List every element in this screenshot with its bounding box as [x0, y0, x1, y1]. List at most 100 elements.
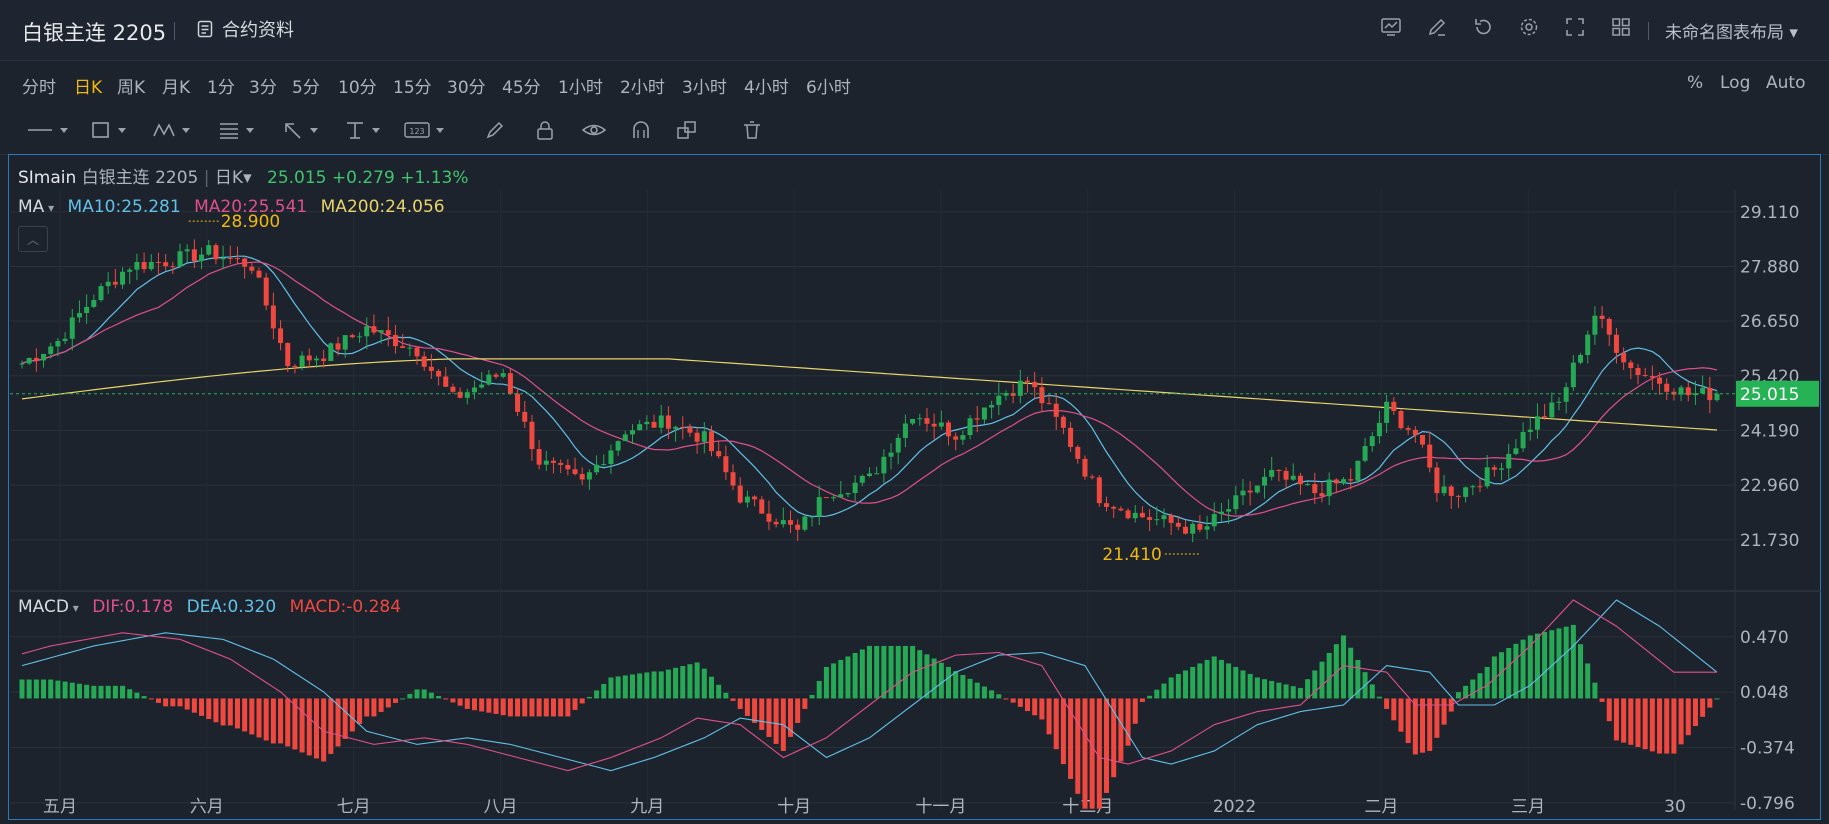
macd-bar: [1125, 698, 1131, 746]
macd-bar: [1369, 684, 1375, 699]
candle: [1700, 387, 1706, 394]
macd-bar: [220, 698, 226, 726]
macd-bar: [55, 680, 61, 699]
chevron-down-icon[interactable]: ▾: [243, 168, 252, 188]
macd-bar: [1190, 666, 1196, 699]
candle: [1578, 355, 1584, 363]
candle: [1657, 377, 1663, 384]
candle: [1046, 403, 1052, 405]
candle: [1082, 458, 1088, 477]
macd-bar: [1240, 670, 1246, 699]
macd-bar: [19, 679, 25, 699]
candle: [938, 422, 944, 427]
ma200-line: [21, 358, 1718, 431]
macd-bar: [1714, 698, 1720, 700]
candle: [1053, 403, 1059, 417]
candle: [1362, 446, 1368, 461]
candle: [62, 338, 68, 342]
chevron-down-icon[interactable]: ▾: [44, 201, 54, 215]
candle: [744, 496, 750, 503]
macd-bar: [687, 664, 693, 699]
macd-bar: [529, 698, 535, 717]
macd-bar: [658, 671, 664, 699]
macd-bar: [1455, 692, 1461, 699]
macd-bar: [184, 698, 190, 710]
candle: [1254, 485, 1260, 493]
macd-label[interactable]: MACD: [18, 597, 69, 617]
macd-bar: [170, 698, 176, 707]
macd-bar: [1096, 698, 1102, 809]
macd-bar: [1262, 679, 1268, 699]
legend-period[interactable]: 日K: [215, 168, 243, 188]
candle: [1125, 510, 1131, 519]
candle: [1412, 429, 1418, 435]
macd-bar: [759, 698, 765, 730]
macd-bar: [795, 698, 801, 723]
candle: [1427, 444, 1433, 468]
candle: [414, 347, 420, 357]
candle: [673, 426, 679, 429]
candle: [543, 460, 549, 465]
candle: [1455, 495, 1461, 497]
macd-bar: [809, 694, 815, 699]
macd-bar: [615, 676, 621, 699]
macd-tick-label: -0.796: [1740, 794, 1795, 814]
candle: [1420, 434, 1426, 445]
candle: [881, 456, 887, 474]
macd-bar: [364, 698, 370, 717]
macd-bar: [1434, 698, 1440, 738]
candle: [816, 497, 822, 517]
candle: [960, 435, 966, 440]
candle: [644, 421, 650, 425]
macd-bar: [831, 663, 837, 699]
macd-bar: [450, 698, 456, 703]
macd-bar: [594, 690, 600, 699]
macd-bar: [816, 680, 822, 699]
candle: [658, 415, 664, 428]
macd-bar: [84, 684, 90, 699]
candle: [206, 245, 212, 255]
candle: [1269, 469, 1275, 477]
candle: [1714, 393, 1720, 401]
candle: [773, 521, 779, 525]
ma20-line: [21, 261, 1718, 517]
candle: [515, 393, 521, 412]
macd-bar: [938, 662, 944, 699]
macd-tick-label: 0.470: [1740, 628, 1789, 648]
macd-bar: [1247, 673, 1253, 699]
time-axis-label: 2022: [1213, 797, 1256, 817]
ma20-value: MA20:25.541: [194, 197, 308, 217]
macd-bar: [299, 698, 305, 753]
candle: [1506, 453, 1512, 469]
macd-bar: [665, 669, 671, 699]
macd-bar: [543, 698, 549, 717]
candle: [1226, 509, 1232, 512]
candle: [974, 418, 980, 420]
macd-bar: [917, 650, 923, 699]
candle: [752, 496, 758, 500]
candle: [1233, 495, 1239, 510]
price-tick-label: 21.730: [1740, 531, 1799, 551]
macd-bar: [1197, 663, 1203, 699]
macd-bar: [206, 698, 212, 720]
ma-label[interactable]: MA: [18, 197, 44, 217]
macd-bar: [1527, 635, 1533, 699]
candle: [213, 245, 219, 260]
chevron-down-icon[interactable]: ▾: [69, 601, 79, 615]
macd-bar: [629, 674, 635, 699]
macd-bar: [177, 698, 183, 707]
macd-bar: [227, 698, 233, 726]
candle: [285, 343, 291, 366]
candle: [1549, 402, 1555, 418]
candle: [1606, 318, 1612, 335]
macd-value: MACD:-0.284: [289, 597, 402, 617]
macd-bar: [91, 685, 97, 699]
candle: [134, 261, 140, 270]
collapse-legend-button[interactable]: ︿: [18, 226, 48, 252]
chart-canvas[interactable]: 29.11027.88026.65025.42024.19022.96021.7…: [0, 0, 1829, 824]
macd-bar: [507, 698, 513, 717]
candle: [1477, 486, 1483, 488]
macd-bar: [1649, 698, 1655, 752]
macd-bar: [1657, 698, 1663, 754]
candle: [163, 262, 169, 267]
